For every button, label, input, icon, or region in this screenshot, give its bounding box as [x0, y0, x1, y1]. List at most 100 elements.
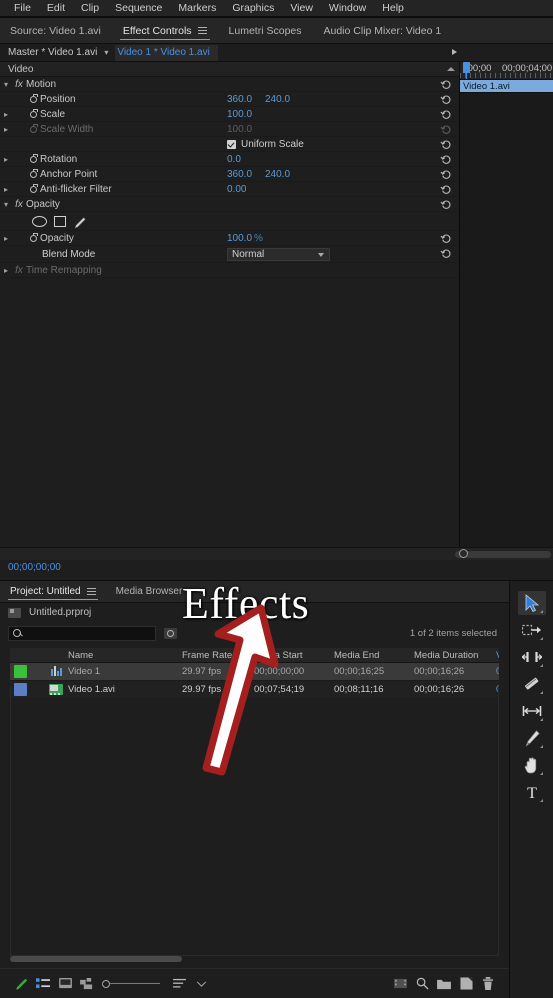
column-header-name[interactable]: Name [68, 650, 182, 661]
uniform-scale-row[interactable]: Uniform Scale [0, 137, 459, 152]
tab-media-browser[interactable]: Media Browser [106, 581, 193, 603]
search-input[interactable] [22, 627, 150, 639]
param-row-motion[interactable]: ▾ fx Motion [0, 77, 459, 92]
menu-item-clip[interactable]: Clip [73, 1, 107, 16]
breadcrumb-clip[interactable]: Video 1 * Video 1.avi [115, 44, 218, 61]
reset-button-uniform-scale[interactable] [440, 139, 451, 150]
param-value-position-y[interactable]: 240.0 [265, 94, 290, 105]
freeform-view-icon[interactable] [76, 974, 98, 994]
tab-source-monitor[interactable]: Source: Video 1.avi [0, 18, 112, 44]
param-value-anti-flicker[interactable]: 0.00 [227, 184, 246, 195]
delete-icon[interactable] [477, 974, 499, 994]
selection-tool[interactable] [517, 591, 546, 615]
param-row-scale[interactable]: ▸ Scale 100.0 [0, 107, 459, 122]
stopwatch-icon-scale[interactable] [26, 109, 40, 118]
menu-item-help[interactable]: Help [374, 1, 412, 16]
panel-menu-icon[interactable] [197, 27, 207, 34]
param-value-opacity[interactable]: 100.0 [227, 233, 252, 244]
razor-tool[interactable] [518, 672, 546, 696]
tab-project[interactable]: Project: Untitled [0, 581, 106, 603]
menu-item-window[interactable]: Window [321, 1, 374, 16]
stopwatch-icon-position[interactable] [26, 94, 40, 103]
twirl-closed-icon-opacity[interactable]: ▸ [0, 234, 12, 243]
track-select-forward-tool[interactable] [518, 618, 546, 642]
table-row[interactable]: Video 1 29.97 fps 00;00;00;00 00;00;16;2… [10, 663, 499, 681]
column-header-video[interactable]: Video [496, 650, 499, 661]
new-bin-icon[interactable] [433, 974, 455, 994]
twirl-closed-icon-rotation[interactable]: ▸ [0, 155, 12, 164]
table-row[interactable]: Video 1.avi 29.97 fps 00;07;54;19 00;08;… [10, 681, 499, 699]
menu-item-sequence[interactable]: Sequence [107, 1, 170, 16]
current-timecode[interactable]: 00;00;00;00 [8, 562, 61, 573]
menu-item-file[interactable]: File [6, 1, 39, 16]
param-value-anchor-x[interactable]: 360.0 [227, 169, 252, 180]
reset-button-position[interactable] [440, 94, 451, 105]
timeline-zoom-knob[interactable] [459, 549, 468, 558]
tab-audio-clip-mixer[interactable]: Audio Clip Mixer: Video 1 [313, 18, 453, 44]
stopwatch-icon-anti-flicker[interactable] [26, 184, 40, 193]
reset-button-scale[interactable] [440, 109, 451, 120]
horizontal-scrollbar[interactable] [10, 956, 182, 962]
list-view-icon[interactable] [32, 974, 54, 994]
twirl-closed-icon-anti-flicker[interactable]: ▸ [0, 185, 12, 194]
param-value-position-x[interactable]: 360.0 [227, 94, 252, 105]
search-box[interactable] [8, 625, 156, 641]
reset-button-opacity-group[interactable] [440, 199, 451, 210]
param-row-rotation[interactable]: ▸ Rotation 0.0 [0, 152, 459, 167]
stopwatch-icon-anchor-point[interactable] [26, 169, 40, 178]
find-icon[interactable] [411, 974, 433, 994]
tab-effect-controls[interactable]: Effect Controls [112, 18, 218, 44]
row-name[interactable]: Video 1.avi [68, 684, 182, 695]
twirl-closed-icon-scale[interactable]: ▸ [0, 110, 12, 119]
uniform-scale-checkbox[interactable] [227, 140, 236, 149]
tab-lumetri-scopes[interactable]: Lumetri Scopes [218, 18, 313, 44]
blend-mode-select[interactable]: Normal [227, 248, 330, 261]
twirl-closed-icon-time-remapping[interactable]: ▸ [0, 266, 12, 275]
filmstrip-icon[interactable] [389, 974, 411, 994]
stopwatch-icon-rotation[interactable] [26, 154, 40, 163]
pen-tool[interactable] [518, 726, 546, 750]
thumbnail-zoom-slider[interactable] [102, 979, 160, 988]
param-value-scale[interactable]: 100.0 [227, 109, 252, 120]
menu-item-markers[interactable]: Markers [170, 1, 224, 16]
param-row-anchor-point[interactable]: Anchor Point 360.0 240.0 [0, 167, 459, 182]
new-item-pencil-icon[interactable] [10, 974, 32, 994]
param-value-anchor-y[interactable]: 240.0 [265, 169, 290, 180]
menu-item-view[interactable]: View [282, 1, 321, 16]
video-section-header[interactable]: Video [0, 62, 459, 77]
playhead[interactable] [463, 62, 470, 79]
breadcrumb-expand-icon[interactable] [452, 49, 457, 55]
timeline-ruler[interactable]: ;00;00 00;00;04;00 [460, 62, 553, 80]
reset-button-opacity[interactable] [440, 233, 451, 244]
column-header-media-end[interactable]: Media End [334, 650, 414, 661]
param-row-opacity[interactable]: ▸ Opacity 100.0 % [0, 231, 459, 246]
column-header-frame-rate[interactable]: Frame Rate [182, 650, 254, 661]
column-header-media-duration[interactable]: Media Duration [414, 650, 496, 661]
menu-item-graphics[interactable]: Graphics [224, 1, 282, 16]
panel-menu-icon[interactable] [86, 588, 96, 595]
reset-button-anchor-point[interactable] [440, 169, 451, 180]
find-icon[interactable] [164, 627, 177, 639]
icon-view-icon[interactable] [54, 974, 76, 994]
row-name[interactable]: Video 1 [68, 666, 182, 677]
ripple-edit-tool[interactable] [518, 645, 546, 669]
rate-stretch-tool[interactable] [518, 699, 546, 723]
param-row-opacity-group[interactable]: ▾ fx Opacity [0, 197, 459, 212]
param-value-rotation[interactable]: 0.0 [227, 154, 241, 165]
reset-button-blend-mode[interactable] [440, 248, 451, 259]
project-file-row[interactable]: Untitled.prproj [0, 603, 509, 622]
param-row-anti-flicker-filter[interactable]: ▸ Anti-flicker Filter 0.00 [0, 182, 459, 197]
menu-item-edit[interactable]: Edit [39, 1, 73, 16]
collapse-icon[interactable] [447, 67, 455, 71]
reset-button-anti-flicker[interactable] [440, 184, 451, 195]
ellipse-mask-icon[interactable] [32, 216, 47, 227]
twirl-open-icon-opacity[interactable]: ▾ [0, 200, 12, 209]
rectangle-mask-icon[interactable] [54, 216, 66, 227]
zoom-slider-knob[interactable] [102, 979, 110, 988]
column-header-media-start[interactable]: Media Start [254, 650, 334, 661]
chevron-down-icon[interactable]: ▾ [104, 48, 108, 57]
new-item-icon[interactable] [455, 974, 477, 994]
timeline-clip-bar[interactable]: Video 1.avi [460, 80, 553, 93]
param-row-position[interactable]: Position 360.0 240.0 [0, 92, 459, 107]
reset-button-motion[interactable] [440, 79, 451, 90]
